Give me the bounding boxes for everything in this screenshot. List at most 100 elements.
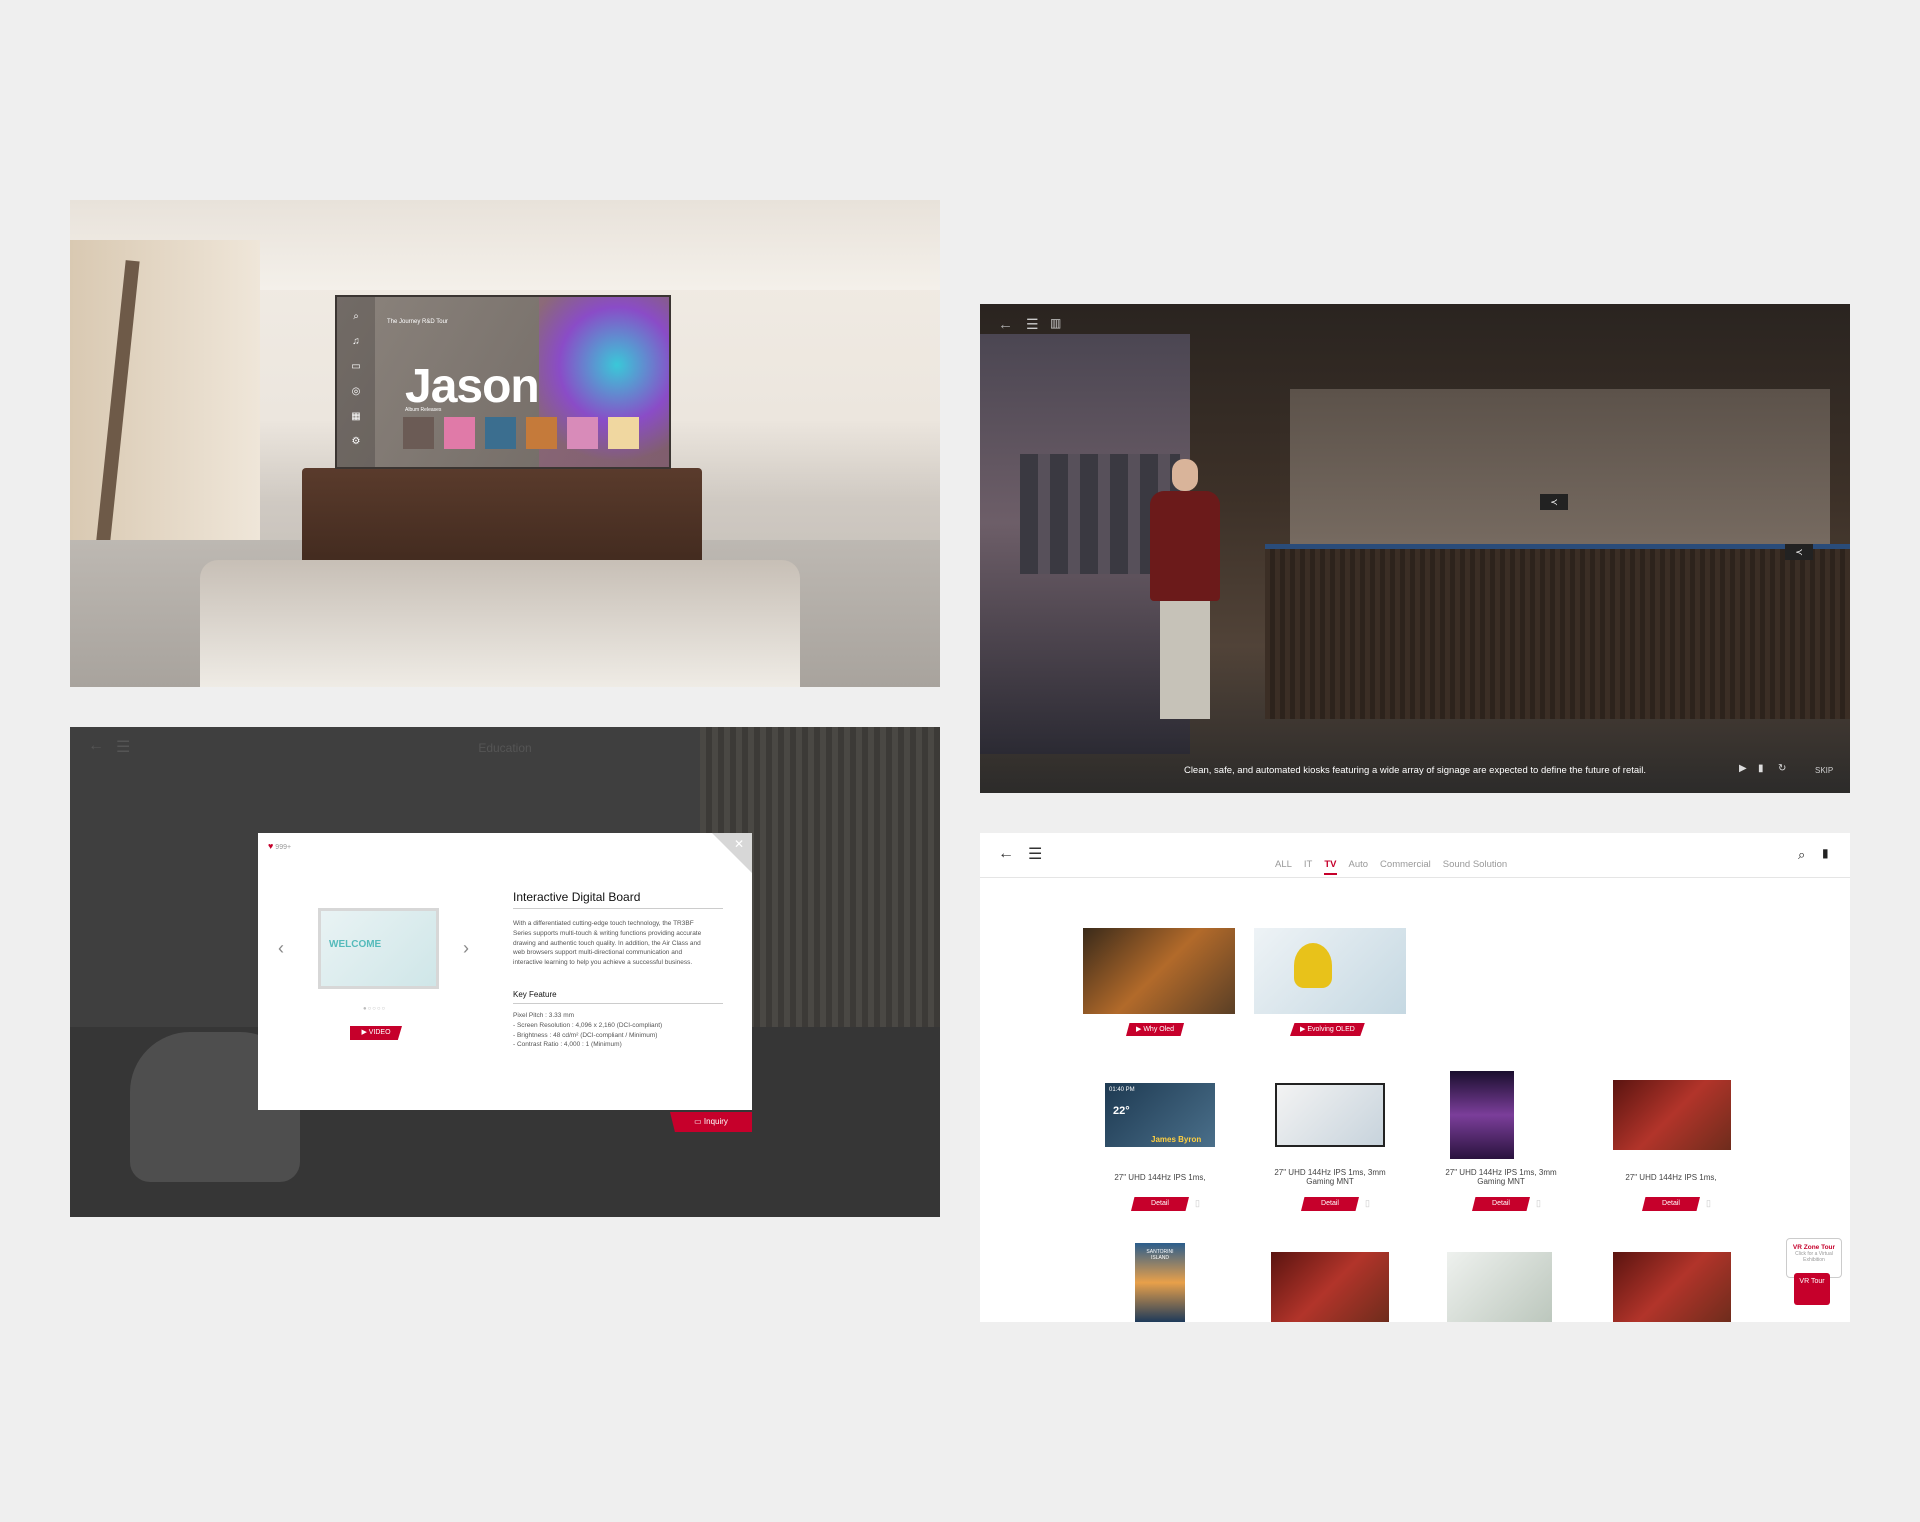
volume-icon[interactable]: ▮ [1758, 763, 1764, 774]
product-image[interactable] [1450, 1071, 1514, 1159]
detail-button[interactable]: Detail [1472, 1197, 1530, 1211]
bedroom-scene-panel: ⌕ ♫ ▭ ◎ ▦ ⚙ The Journey R&D Tour Jason A… [70, 200, 940, 687]
search-icon[interactable]: ⌕ [337, 311, 375, 322]
tv-thumbnails[interactable] [403, 417, 639, 449]
skip-button[interactable]: SKIP [1815, 766, 1833, 775]
tv-thumbnail[interactable] [608, 417, 639, 449]
why-oled-tag[interactable]: ▶ Why Oled [1126, 1023, 1185, 1036]
gear-icon[interactable]: ⚙ [337, 436, 375, 447]
gallery-icon[interactable]: ▦ [337, 411, 375, 422]
bookmark-icon[interactable]: ▮ [1822, 846, 1829, 860]
detail-button[interactable]: Detail [1301, 1197, 1359, 1211]
product-temp: 22° [1113, 1105, 1130, 1117]
product-title: Interactive Digital Board [513, 890, 641, 904]
product-description: With a differentiated cutting-edge touch… [513, 920, 702, 967]
inquiry-button[interactable]: ▭ Inquiry [670, 1112, 752, 1132]
vr-tour-button[interactable]: VR Tour [1794, 1273, 1830, 1305]
product-name: 27" UHD 144Hz IPS 1ms, 3mm Gaming MNT [1274, 1168, 1386, 1186]
search-icon[interactable]: ⌕ [1798, 847, 1805, 863]
like-counter[interactable]: ♥ 999+ [268, 841, 291, 851]
page-title: Education [478, 741, 532, 755]
product-image[interactable]: 01:40 PM 22° James Byron [1105, 1083, 1215, 1147]
presenter-torso [1150, 491, 1220, 601]
fish-logo-sign: ≺ [1785, 544, 1813, 560]
product-image[interactable] [1613, 1252, 1731, 1322]
close-icon[interactable]: ✕ [734, 837, 744, 851]
tv-thumbnail[interactable] [567, 417, 598, 449]
key-feature-heading: Key Feature [513, 990, 557, 999]
tv-thumbnail[interactable] [444, 417, 475, 449]
bookmark-icon[interactable]: ▯ [1195, 1198, 1200, 1209]
slider-dots[interactable]: ●○○○○ [363, 1006, 386, 1012]
vr-zone-tooltip: VR Zone Tour Click for a Virtual Exhibit… [1786, 1238, 1842, 1278]
bookmark-icon[interactable]: ▯ [1706, 1198, 1711, 1209]
product-image[interactable] [1447, 1252, 1552, 1322]
tab-commercial[interactable]: Commercial [1380, 859, 1431, 875]
product-image-slider[interactable]: WELCOME [318, 908, 439, 989]
vr-zone-subtitle: Click for a Virtual Exhibition [1795, 1251, 1833, 1263]
category-tabs[interactable]: ALL IT TV Auto Commercial Sound Solution [1275, 859, 1507, 875]
tv-artist-name: Jason [405, 360, 540, 413]
transparent-tv[interactable]: ⌕ ♫ ▭ ◎ ▦ ⚙ The Journey R&D Tour Jason A… [335, 295, 671, 469]
presenter-head [1172, 459, 1198, 491]
spec-item: - Screen Resolution : 4,096 x 2,160 (DCI… [513, 1021, 663, 1029]
product-name: 27" UHD 144Hz IPS 1ms, [1114, 1173, 1206, 1182]
product-name: 27" UHD 144Hz IPS 1ms, [1625, 1173, 1717, 1182]
spec-item: Pixel Pitch : 3.33 mm [513, 1012, 575, 1019]
chat-icon: ▭ [694, 1117, 702, 1126]
hamburger-menu-icon[interactable]: ☰ [1026, 316, 1039, 333]
tab-all[interactable]: ALL [1275, 859, 1292, 875]
inquiry-label: Inquiry [703, 1117, 728, 1126]
product-time: 01:40 PM [1109, 1087, 1135, 1093]
product-image[interactable] [1275, 1083, 1385, 1147]
tab-auto[interactable]: Auto [1349, 859, 1369, 875]
tv-thumbnail[interactable] [485, 417, 516, 449]
chevron-right-icon[interactable]: › [463, 938, 469, 959]
product-modal: ✕ ♥ 999+ ‹ WELCOME › ●○○○○ ▶ VIDEO Inter… [258, 833, 752, 1110]
tv-icon[interactable]: ▭ [337, 361, 375, 372]
video-caption: Clean, safe, and automated kiosks featur… [1183, 765, 1647, 776]
evolving-oled-tag[interactable]: ▶ Evolving OLED [1290, 1023, 1365, 1036]
video-button[interactable]: ▶ VIDEO [350, 1026, 402, 1040]
bed [200, 560, 800, 687]
tv-thumbnail[interactable] [526, 417, 557, 449]
product-catalog-panel: ← ☰ ALL IT TV Auto Commercial Sound Solution … [980, 833, 1850, 1322]
featured-evolving-image[interactable] [1254, 928, 1406, 1014]
bookmark-icon[interactable]: ▯ [1536, 1198, 1541, 1209]
chevron-left-icon[interactable]: ‹ [278, 938, 284, 959]
tab-sound-solution[interactable]: Sound Solution [1443, 859, 1507, 875]
tab-tv[interactable]: TV [1324, 859, 1337, 875]
presenter-legs [1160, 601, 1210, 719]
bookmark-icon[interactable]: ▯ [1365, 1198, 1370, 1209]
music-icon[interactable]: ♫ [337, 336, 375, 347]
product-image[interactable]: SANTORINI ISLAND [1135, 1243, 1185, 1322]
detail-button[interactable]: Detail [1642, 1197, 1700, 1211]
vr-zone-title: VR Zone Tour [1792, 1244, 1836, 1251]
map-icon[interactable]: ▥ [1050, 316, 1061, 330]
back-arrow-icon[interactable]: ← [998, 316, 1013, 333]
modal-corner-fold [712, 833, 752, 873]
tv-header: The Journey R&D Tour [387, 319, 448, 325]
divider [513, 1003, 723, 1004]
back-arrow-icon[interactable]: ← [998, 845, 1014, 863]
fish-logo-sign: ≺ [1540, 494, 1568, 510]
gamepad-icon[interactable]: ◎ [337, 386, 375, 397]
detail-button[interactable]: Detail [1131, 1197, 1189, 1211]
restaurant-counter [1265, 549, 1850, 719]
hamburger-menu-icon[interactable]: ☰ [1028, 844, 1042, 864]
tab-it[interactable]: IT [1304, 859, 1312, 875]
spec-item: - Brightness : 48 cd/m² (DCI-compliant /… [513, 1031, 658, 1039]
product-image[interactable] [1271, 1252, 1389, 1322]
display-shelves [1290, 389, 1830, 549]
product-image[interactable] [1613, 1080, 1731, 1150]
education-panel: ← ☰ Education ✕ ♥ 999+ ‹ WELCOME › ●○○○○… [70, 727, 940, 1217]
tv-thumbnail[interactable] [403, 417, 434, 449]
catalog-header: ← ☰ ALL IT TV Auto Commercial Sound Solution … [980, 833, 1850, 878]
heart-icon[interactable]: ♥ [268, 841, 273, 851]
replay-icon[interactable]: ↻ [1778, 763, 1786, 774]
play-icon[interactable]: ▶ [1739, 763, 1747, 774]
slide-welcome-text: WELCOME [329, 939, 382, 950]
featured-oled-image[interactable] [1083, 928, 1235, 1014]
tv-side-menu[interactable]: ⌕ ♫ ▭ ◎ ▦ ⚙ [337, 297, 375, 467]
like-count: 999+ [275, 844, 292, 851]
